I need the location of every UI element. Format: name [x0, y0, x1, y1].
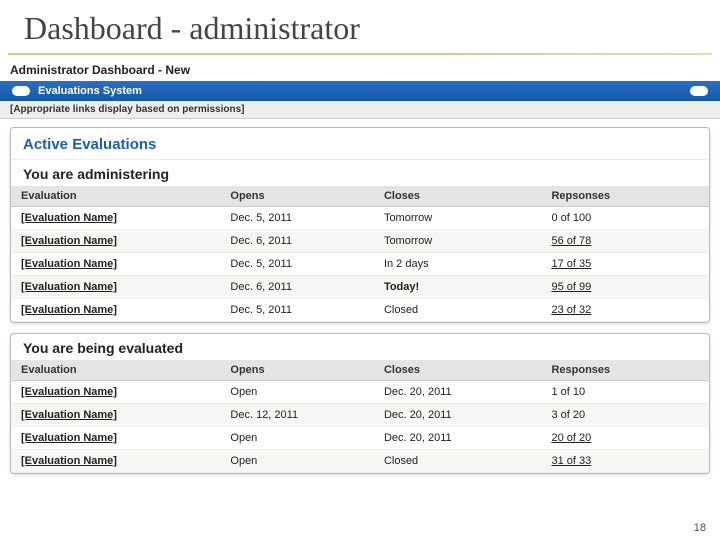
table-row: [Evaluation Name]Dec. 12, 2011Dec. 20, 2… — [11, 404, 709, 427]
toggle-collapse-icon[interactable] — [12, 86, 30, 96]
evaluation-name-link[interactable]: [Evaluation Name] — [11, 230, 220, 253]
opens-cell: Open — [220, 381, 374, 404]
col-evaluation: Evaluation — [11, 186, 220, 207]
admin-dashboard-label: Administrator Dashboard - New — [0, 61, 720, 81]
active-evaluations-panel: Active Evaluations You are administering… — [10, 127, 710, 323]
closes-cell: Closed — [374, 299, 542, 322]
responses-cell[interactable]: 23 of 32 — [541, 299, 709, 322]
evaluation-name-link[interactable]: [Evaluation Name] — [11, 404, 220, 427]
opens-cell: Open — [220, 427, 374, 450]
closes-cell: In 2 days — [374, 253, 542, 276]
col-closes: Closes — [374, 186, 542, 207]
being-evaluated-subheader: You are being evaluated — [11, 334, 709, 360]
opens-cell: Open — [220, 450, 374, 473]
being-evaluated-table: Evaluation Opens Closes Responses [Evalu… — [11, 360, 709, 473]
col-closes: Closes — [374, 360, 542, 381]
table-row: [Evaluation Name]Dec. 6, 2011Tomorrow56 … — [11, 230, 709, 253]
table-row: [Evaluation Name]Dec. 5, 2011In 2 days17… — [11, 253, 709, 276]
system-bar-label: Evaluations System — [38, 85, 142, 97]
table-row: [Evaluation Name]Dec. 5, 2011Tomorrow0 o… — [11, 207, 709, 230]
responses-cell: 3 of 20 — [541, 404, 709, 427]
col-responses: Responses — [541, 360, 709, 381]
table-row: [Evaluation Name]Dec. 6, 2011Today!95 of… — [11, 276, 709, 299]
responses-cell: 0 of 100 — [541, 207, 709, 230]
being-evaluated-panel: You are being evaluated Evaluation Opens… — [10, 333, 710, 474]
opens-cell: Dec. 5, 2011 — [220, 207, 374, 230]
opens-cell: Dec. 6, 2011 — [220, 230, 374, 253]
col-responses: Repsonses — [541, 186, 709, 207]
closes-cell: Dec. 20, 2011 — [374, 427, 542, 450]
responses-cell[interactable]: 56 of 78 — [541, 230, 709, 253]
responses-cell[interactable]: 17 of 35 — [541, 253, 709, 276]
evaluation-name-link[interactable]: [Evaluation Name] — [11, 299, 220, 322]
evaluation-name-link[interactable]: [Evaluation Name] — [11, 276, 220, 299]
slide-title: Dashboard - administrator — [0, 0, 720, 53]
responses-cell: 1 of 10 — [541, 381, 709, 404]
title-underline — [8, 53, 712, 55]
evaluation-name-link[interactable]: [Evaluation Name] — [11, 253, 220, 276]
table-row: [Evaluation Name]OpenDec. 20, 20111 of 1… — [11, 381, 709, 404]
panel-header: Active Evaluations — [11, 128, 709, 159]
closes-cell: Dec. 20, 2011 — [374, 381, 542, 404]
opens-cell: Dec. 5, 2011 — [220, 253, 374, 276]
col-opens: Opens — [220, 360, 374, 381]
responses-cell[interactable]: 20 of 20 — [541, 427, 709, 450]
closes-cell: Closed — [374, 450, 542, 473]
table-row: [Evaluation Name]Dec. 5, 2011Closed23 of… — [11, 299, 709, 322]
opens-cell: Dec. 6, 2011 — [220, 276, 374, 299]
page-number: 18 — [694, 522, 706, 534]
system-bar: Evaluations System — [0, 81, 720, 101]
responses-cell[interactable]: 95 of 99 — [541, 276, 709, 299]
closes-cell: Tomorrow — [374, 230, 542, 253]
closes-cell: Dec. 20, 2011 — [374, 404, 542, 427]
col-opens: Opens — [220, 186, 374, 207]
evaluation-name-link[interactable]: [Evaluation Name] — [11, 207, 220, 230]
evaluation-name-link[interactable]: [Evaluation Name] — [11, 381, 220, 404]
table-row: [Evaluation Name]OpenClosed31 of 33 — [11, 450, 709, 473]
administering-subheader: You are administering — [11, 159, 709, 186]
administering-table: Evaluation Opens Closes Repsonses [Evalu… — [11, 186, 709, 322]
table-row: [Evaluation Name]OpenDec. 20, 201120 of … — [11, 427, 709, 450]
permissions-note: [Appropriate links display based on perm… — [0, 101, 720, 119]
toggle-right-icon[interactable] — [690, 86, 708, 96]
closes-cell: Today! — [374, 276, 542, 299]
col-evaluation: Evaluation — [11, 360, 220, 381]
opens-cell: Dec. 12, 2011 — [220, 404, 374, 427]
responses-cell[interactable]: 31 of 33 — [541, 450, 709, 473]
closes-cell: Tomorrow — [374, 207, 542, 230]
opens-cell: Dec. 5, 2011 — [220, 299, 374, 322]
evaluation-name-link[interactable]: [Evaluation Name] — [11, 450, 220, 473]
evaluation-name-link[interactable]: [Evaluation Name] — [11, 427, 220, 450]
